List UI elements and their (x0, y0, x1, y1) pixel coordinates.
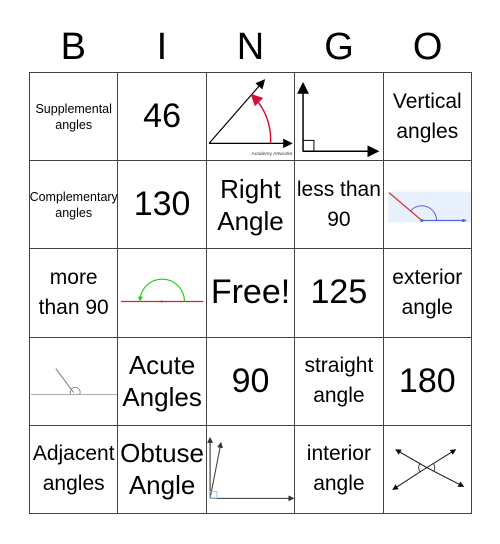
bingo-cell[interactable]: Academy Artworks (206, 73, 296, 162)
bingo-cell[interactable]: straight angle (295, 337, 384, 426)
bingo-cell[interactable]: Supplemental angles (30, 73, 119, 162)
bingo-cell[interactable]: Adjacent angles (30, 425, 119, 514)
bingo-cell free-space[interactable]: Free! (206, 249, 296, 338)
bingo-cell[interactable]: 46 (118, 73, 207, 162)
header-letter-b: B (60, 26, 86, 68)
cell-label: Acute Angles (122, 350, 202, 413)
cell-label: less than 90 (296, 177, 381, 231)
right-angle-diagram-icon (297, 81, 380, 158)
bingo-cell[interactable] (295, 73, 384, 162)
bingo-cell[interactable] (118, 249, 207, 338)
bingo-cell[interactable]: Right Angle (206, 161, 296, 250)
bingo-cell[interactable]: 90 (206, 337, 296, 426)
acute-angle-diagram-icon: Academy Artworks (208, 79, 293, 157)
cell-label: 125 (310, 273, 368, 312)
cell-label: 46 (143, 97, 181, 136)
cell-label: Free! (210, 273, 291, 312)
vertical-angles-diagram-icon (391, 449, 464, 490)
image-caption: Academy Artworks (251, 151, 292, 157)
bingo-header: B I N G O (29, 22, 472, 72)
header-letter-n: N (236, 26, 265, 68)
cell-label: Right Angle (217, 173, 284, 236)
cell-label: Obtuse Angle (120, 438, 204, 501)
cell-label: exterior angle (392, 265, 463, 319)
bingo-cell[interactable]: 130 (118, 161, 207, 250)
bingo-cell[interactable]: exterior angle (383, 249, 472, 338)
bingo-cell[interactable]: interior angle (295, 425, 384, 514)
bingo-cell[interactable]: Acute Angles (118, 337, 207, 426)
reflex-angle-diagram-icon (31, 368, 118, 395)
cell-label: interior angle (306, 442, 371, 496)
bingo-cell[interactable]: 125 (295, 249, 384, 338)
cell-label: Complementary angles (30, 189, 118, 220)
bingo-cell[interactable]: Vertical angles (383, 73, 472, 162)
bingo-cell[interactable]: more than 90 (30, 249, 119, 338)
straight-angle-diagram-icon (121, 279, 204, 303)
header-letter-o: O (412, 26, 443, 68)
bingo-cell[interactable] (30, 337, 119, 426)
bingo-cell[interactable] (383, 161, 472, 250)
obtuse-angle-diagram-icon (387, 191, 471, 223)
complementary-angles-diagram-icon (206, 436, 295, 502)
cell-label: straight angle (304, 354, 374, 408)
bingo-cell[interactable] (383, 425, 472, 514)
cell-label: 130 (133, 185, 191, 224)
header-letter-i: I (156, 26, 168, 68)
bingo-cell[interactable]: 180 (383, 337, 472, 426)
bingo-cell[interactable] (206, 425, 296, 514)
bingo-cell[interactable]: Obtuse Angle (118, 425, 207, 514)
cell-label: Adjacent angles (32, 442, 115, 496)
cell-label: Supplemental angles (35, 101, 112, 132)
bingo-grid: Supplemental angles 46 Academy Artworks … (29, 72, 472, 514)
cell-label: Vertical angles (392, 89, 462, 143)
bingo-cell[interactable]: Complementary angles (30, 161, 119, 250)
cell-label: 180 (398, 361, 456, 400)
bingo-cell[interactable]: less than 90 (295, 161, 384, 250)
cell-label: 90 (231, 361, 270, 400)
cell-label: more than 90 (38, 265, 109, 319)
header-letter-g: G (324, 26, 354, 68)
